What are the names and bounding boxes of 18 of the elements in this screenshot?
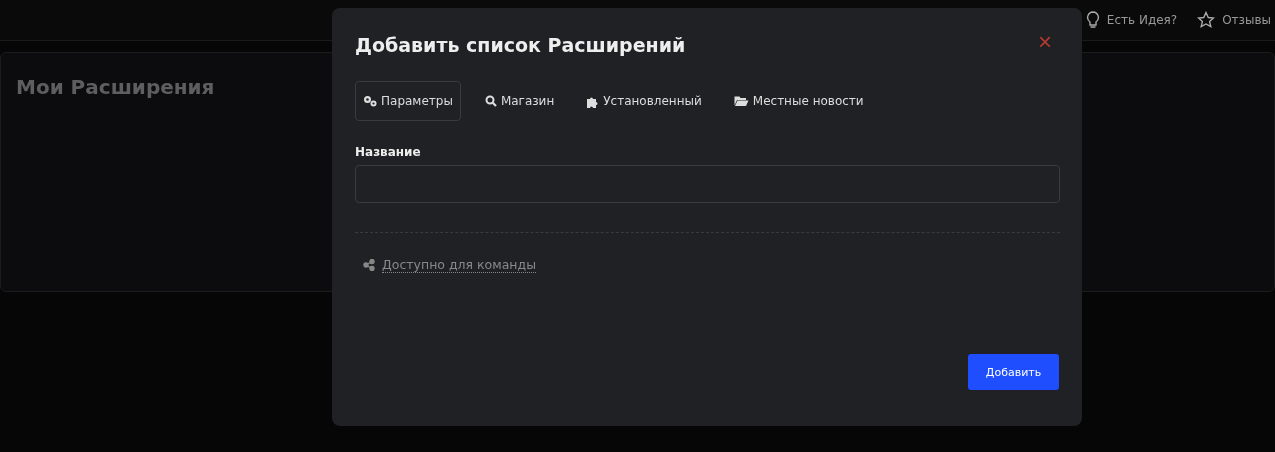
- page-title: Мои Расширения: [16, 75, 216, 99]
- search-icon: [484, 95, 497, 107]
- tab[interactable]: Местные новости: [725, 81, 872, 121]
- team-access-link[interactable]: Доступно для команды: [382, 257, 537, 273]
- tab[interactable]: Установленный: [578, 81, 710, 121]
- tab[interactable]: Параметры: [355, 81, 461, 121]
- name-input-field[interactable]: [355, 165, 1060, 203]
- folder-icon: [733, 95, 749, 107]
- star-icon: [1197, 11, 1216, 29]
- add-button[interactable]: Добавить: [968, 354, 1059, 390]
- modal-title: Добавить список Расширений: [355, 34, 686, 56]
- share-icon: [363, 259, 375, 271]
- gears-icon: [363, 95, 377, 107]
- tab[interactable]: Магазин: [476, 81, 563, 121]
- top-bar-link[interactable]: Отзывы: [1222, 13, 1271, 27]
- top-bar-link[interactable]: Есть Идея?: [1106, 13, 1178, 27]
- field-label: Название: [355, 145, 422, 159]
- lightbulb-icon: [1085, 11, 1100, 29]
